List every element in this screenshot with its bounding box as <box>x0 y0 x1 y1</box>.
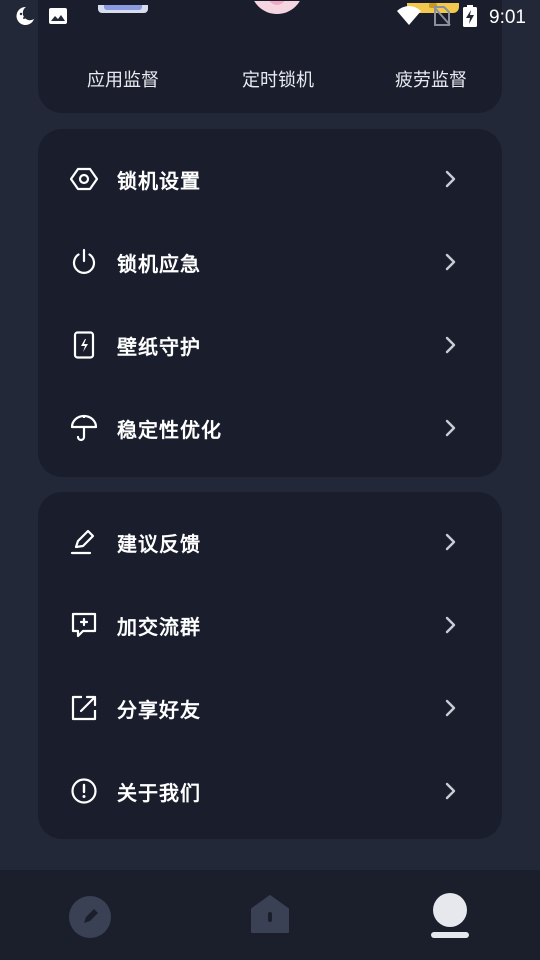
menu-item-label: 分享好友 <box>117 697 201 722</box>
status-time: 9:01 <box>489 7 526 28</box>
image-icon <box>48 6 68 30</box>
hexagon-settings-icon <box>70 165 98 193</box>
quick-action-app-monitor[interactable]: 应用监督 <box>48 66 198 92</box>
menu-item-lock-emergency[interactable]: 锁机应急 <box>38 232 502 292</box>
menu-item-label: 建议反馈 <box>117 531 201 556</box>
chevron-right-icon <box>440 418 460 438</box>
menu-item-stability-optimization[interactable]: 稳定性优化 <box>38 398 502 458</box>
chevron-right-icon <box>440 335 460 355</box>
pencil-icon <box>70 528 98 556</box>
menu-item-label: 锁机设置 <box>117 168 201 193</box>
moon-icon <box>14 5 36 31</box>
nav-edit[interactable] <box>40 870 140 960</box>
nav-profile[interactable] <box>400 870 500 960</box>
battery-charging-icon <box>463 5 478 31</box>
menu-item-label: 壁纸守护 <box>117 334 201 359</box>
umbrella-icon <box>70 414 98 442</box>
more-group-card: 建议反馈 加交流群 分享好友 关于我们 <box>38 492 502 839</box>
menu-item-about-us[interactable]: 关于我们 <box>38 761 502 821</box>
edit-circle-icon <box>68 895 112 943</box>
menu-item-feedback[interactable]: 建议反馈 <box>38 512 502 572</box>
quick-action-label: 疲劳监督 <box>395 70 467 91</box>
chevron-right-icon <box>440 615 460 635</box>
info-exclamation-icon <box>70 777 98 805</box>
menu-item-join-group[interactable]: 加交流群 <box>38 595 502 655</box>
menu-item-wallpaper-guard[interactable]: 壁纸守护 <box>38 315 502 375</box>
chevron-right-icon <box>440 698 460 718</box>
home-icon <box>250 894 290 938</box>
chevron-right-icon <box>440 169 460 189</box>
power-icon <box>70 248 98 276</box>
no-sim-icon <box>433 5 451 31</box>
menu-item-label: 稳定性优化 <box>117 417 222 442</box>
wifi-icon <box>397 6 422 30</box>
nav-home[interactable] <box>220 870 320 960</box>
menu-item-label: 加交流群 <box>117 614 201 639</box>
menu-item-label: 锁机应急 <box>117 251 201 276</box>
bottom-navigation <box>0 870 540 960</box>
share-external-icon <box>70 694 98 722</box>
chevron-right-icon <box>440 252 460 272</box>
phone-charge-icon <box>70 331 98 359</box>
quick-action-label: 应用监督 <box>87 70 159 91</box>
chevron-right-icon <box>440 781 460 801</box>
profile-icon <box>430 892 470 944</box>
chat-plus-icon <box>70 611 98 639</box>
quick-action-label: 定时锁机 <box>242 70 314 91</box>
chevron-right-icon <box>440 532 460 552</box>
quick-action-fatigue-monitor[interactable]: 疲劳监督 <box>356 66 502 92</box>
status-bar: 9:01 <box>0 0 540 36</box>
menu-item-label: 关于我们 <box>117 780 201 805</box>
settings-group-card: 锁机设置 锁机应急 壁纸守护 稳定性优化 <box>38 129 502 477</box>
quick-action-timer-lock[interactable]: 定时锁机 <box>203 66 353 92</box>
menu-item-share-friends[interactable]: 分享好友 <box>38 678 502 738</box>
menu-item-lock-settings[interactable]: 锁机设置 <box>38 149 502 209</box>
